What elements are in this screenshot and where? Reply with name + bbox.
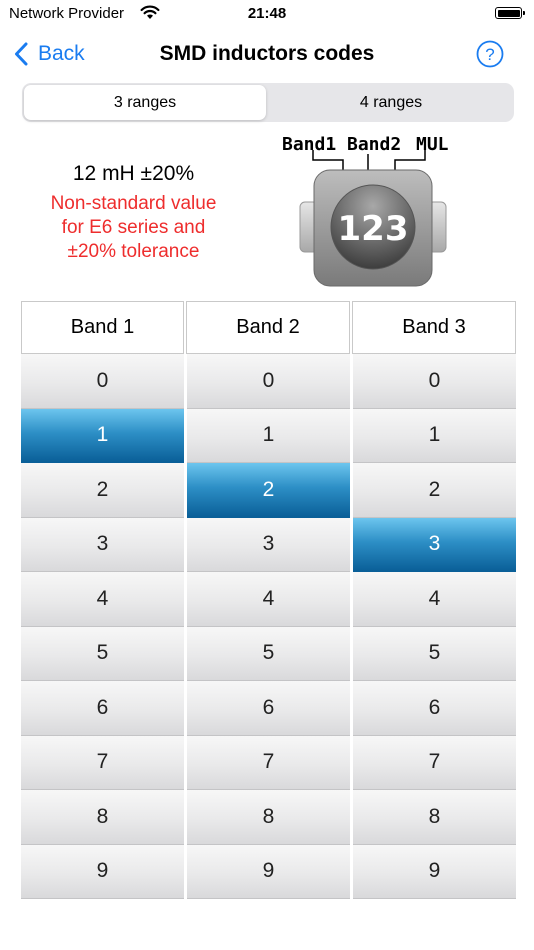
- band-3-digit-9[interactable]: 9: [353, 844, 516, 899]
- band-3-digit-6[interactable]: 6: [353, 681, 516, 736]
- band-1-digit-0[interactable]: 0: [21, 354, 184, 409]
- inductor-diagram: Band1 Band2 MUL 123: [280, 130, 460, 290]
- smd-inductor-icon: 123: [299, 150, 447, 287]
- band-1-header: Band 1: [21, 301, 184, 354]
- tolerance-warning: Non-standard value for E6 series and ±20…: [50, 193, 217, 262]
- range-segmented-control: 3 ranges 4 ranges: [22, 83, 514, 122]
- band-2-digit-5[interactable]: 5: [187, 626, 350, 681]
- band-2-digit-6[interactable]: 6: [187, 681, 350, 736]
- inductance-value: 12 mH ±20%: [72, 162, 195, 185]
- band-1-digit-4[interactable]: 4: [21, 572, 184, 627]
- band-1-digit-2[interactable]: 2: [21, 463, 184, 518]
- band-3-header: Band 3: [352, 301, 516, 354]
- navigation-bar: Back SMD inductors codes ?: [0, 30, 534, 78]
- band-3-digit-3[interactable]: 3: [353, 517, 516, 572]
- help-label: ?: [485, 45, 494, 64]
- band-3-digit-1[interactable]: 1: [353, 408, 516, 463]
- segment-4-ranges[interactable]: 4 ranges: [270, 85, 512, 120]
- band-1-digit-1[interactable]: 1: [21, 408, 184, 463]
- band-3-digit-8[interactable]: 8: [353, 790, 516, 845]
- band-3-digit-2[interactable]: 2: [353, 463, 516, 518]
- band-1-digit-8[interactable]: 8: [21, 790, 184, 845]
- band-2-column: 0123456789: [187, 354, 350, 899]
- band-2-digit-8[interactable]: 8: [187, 790, 350, 845]
- band-2-digit-7[interactable]: 7: [187, 735, 350, 790]
- band-3-column: 0123456789: [353, 354, 516, 899]
- band-2-digit-1[interactable]: 1: [187, 408, 350, 463]
- band-header-row: Band 1 Band 2 Band 3: [21, 301, 516, 354]
- band-3-digit-0[interactable]: 0: [353, 354, 516, 409]
- band-1-digit-3[interactable]: 3: [21, 517, 184, 572]
- band-3-digit-5[interactable]: 5: [353, 626, 516, 681]
- band-2-digit-3[interactable]: 3: [187, 517, 350, 572]
- band-selector-grid: Band 1 Band 2 Band 3 0123456789012345678…: [21, 301, 516, 899]
- band-3-digit-7[interactable]: 7: [353, 735, 516, 790]
- segment-3-ranges[interactable]: 3 ranges: [24, 85, 266, 120]
- band-2-digit-9[interactable]: 9: [187, 844, 350, 899]
- band-1-digit-5[interactable]: 5: [21, 626, 184, 681]
- band-1-digit-9[interactable]: 9: [21, 844, 184, 899]
- battery-icon: [495, 7, 525, 19]
- inductor-code: 123: [338, 209, 409, 249]
- band-1-digit-7[interactable]: 7: [21, 735, 184, 790]
- band-1-digit-6[interactable]: 6: [21, 681, 184, 736]
- clock: 21:48: [247, 5, 287, 22]
- status-bar: Network Provider 21:48: [0, 0, 534, 28]
- result-panel: 12 mH ±20% Non-standard value for E6 ser…: [0, 160, 267, 264]
- band-2-digit-2[interactable]: 2: [187, 463, 350, 518]
- band-2-header: Band 2: [186, 301, 350, 354]
- help-icon[interactable]: ?: [476, 40, 504, 68]
- band-columns: 012345678901234567890123456789: [21, 354, 516, 899]
- band-3-digit-4[interactable]: 4: [353, 572, 516, 627]
- band-2-digit-4[interactable]: 4: [187, 572, 350, 627]
- band-2-digit-0[interactable]: 0: [187, 354, 350, 409]
- band-1-column: 0123456789: [21, 354, 184, 899]
- page-title: SMD inductors codes: [159, 42, 375, 65]
